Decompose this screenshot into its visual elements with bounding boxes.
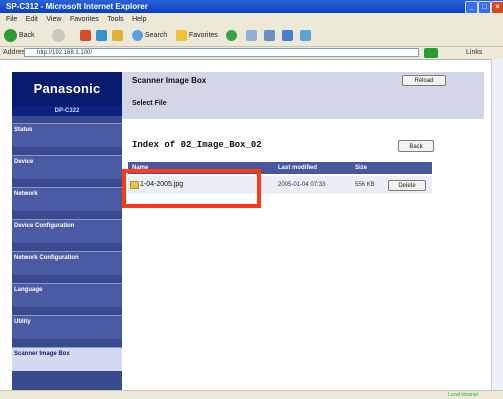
sidebar-item-utility[interactable]: Utility — [12, 315, 122, 339]
refresh-icon — [96, 30, 107, 41]
index-title: Index of 02_Image_Box_02 — [132, 140, 262, 150]
page-subtitle: Select File — [132, 100, 167, 107]
home-icon — [112, 30, 123, 41]
sidebar-item-device-configuration[interactable]: Device Configuration — [12, 219, 122, 243]
stop-button[interactable] — [80, 28, 91, 43]
sidebar-item-scanner-image-box[interactable]: Scanner Image Box — [12, 347, 122, 371]
sidebar-item-network-configuration[interactable]: Network Configuration — [12, 251, 122, 275]
delete-button[interactable]: Delete — [388, 180, 426, 191]
links-label[interactable]: Links — [466, 47, 482, 59]
sidebar: Panasonic DP-C322 Status Device Network … — [12, 72, 122, 390]
address-input[interactable]: http://192.168.1.100/ — [24, 48, 419, 57]
window-title-bar: SP-C312 - Microsoft Internet Explorer _ … — [0, 0, 503, 14]
home-button[interactable] — [112, 28, 123, 43]
edit-button[interactable] — [282, 28, 293, 43]
model-label: DP-C322 — [12, 106, 122, 116]
back-button[interactable]: Back — [4, 28, 35, 43]
reload-button[interactable]: Reload — [402, 75, 446, 86]
search-icon — [132, 30, 143, 41]
refresh-button[interactable] — [96, 28, 107, 43]
messenger-button[interactable] — [300, 28, 311, 43]
sidebar-item-language[interactable]: Language — [12, 283, 122, 307]
mail-icon — [246, 30, 257, 41]
history-button[interactable] — [226, 28, 237, 43]
address-bar: Address http://192.168.1.100/ Links — [0, 47, 503, 60]
edit-icon — [282, 30, 293, 41]
go-icon[interactable] — [424, 48, 438, 58]
star-icon — [176, 30, 187, 41]
scrollbar[interactable] — [491, 59, 503, 390]
page-header: Scanner Image Box Select File Reload — [122, 72, 484, 119]
forward-button[interactable] — [52, 28, 65, 43]
column-last-modified[interactable]: Last modified — [278, 162, 317, 174]
messenger-icon — [300, 30, 311, 41]
panasonic-logo: Panasonic — [12, 72, 122, 106]
file-size: 556 KB — [355, 182, 375, 188]
content-area — [122, 72, 484, 390]
search-button[interactable]: Search — [132, 28, 167, 43]
mail-button[interactable] — [246, 28, 257, 43]
file-modified: 2005-01-04 07:33 — [278, 182, 326, 188]
sidebar-item-network[interactable]: Network — [12, 187, 122, 211]
stop-icon — [80, 30, 91, 41]
back-nav-button[interactable]: Back — [398, 140, 434, 152]
sidebar-item-device[interactable]: Device — [12, 155, 122, 179]
window-title: SP-C312 - Microsoft Internet Explorer — [6, 2, 148, 11]
sidebar-item-status[interactable]: Status — [12, 123, 122, 147]
browser-toolbar: Back Search Favorites — [0, 25, 503, 47]
forward-arrow-icon — [52, 29, 65, 42]
history-icon — [226, 30, 237, 41]
page-title: Scanner Image Box — [132, 76, 207, 85]
print-button[interactable] — [264, 28, 275, 43]
highlight-box — [122, 169, 261, 208]
favorites-button[interactable]: Favorites — [176, 28, 218, 43]
column-size[interactable]: Size — [355, 162, 367, 174]
back-arrow-icon — [4, 29, 17, 42]
print-icon — [264, 30, 275, 41]
